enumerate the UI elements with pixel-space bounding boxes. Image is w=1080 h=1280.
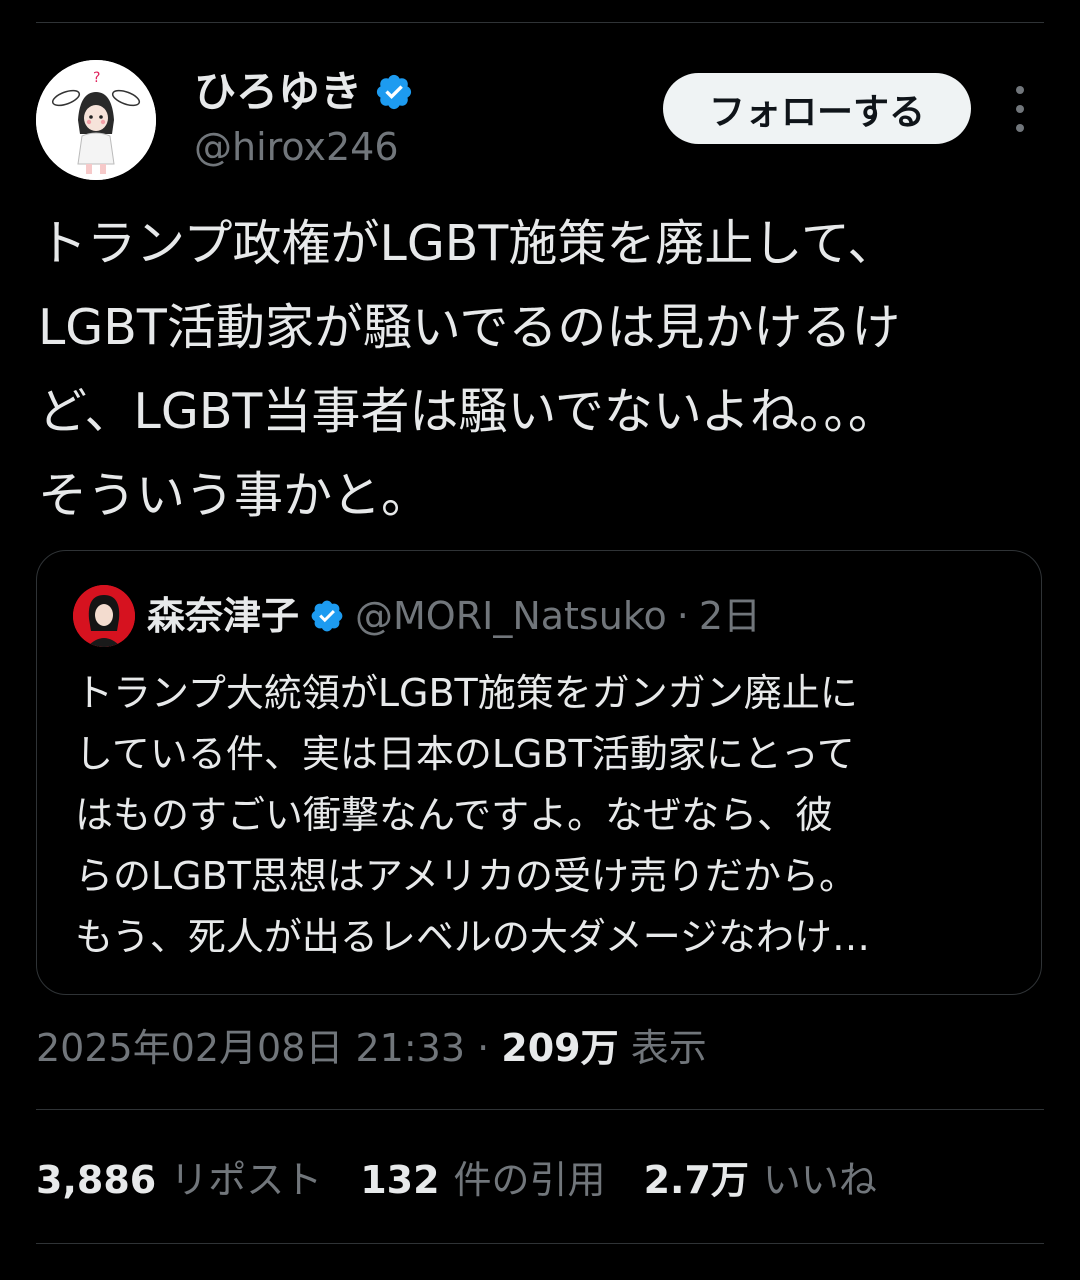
quoted-time[interactable]: 2日 xyxy=(699,587,761,645)
likes-label: いいね xyxy=(762,1158,877,1202)
quotes-count: 132 xyxy=(360,1158,440,1202)
quoted-tweet-card[interactable]: 森奈津子 @MORI_Natsuko · 2日 トランプ大統領がLGBT施策をガ… xyxy=(36,550,1042,995)
quotes-label: 件の引用 xyxy=(453,1158,606,1202)
divider xyxy=(36,1243,1044,1244)
tweet-text-line: トランプ政権がLGBT施策を廃止して、 xyxy=(38,215,897,272)
reposts-stat[interactable]: 3,886 リポスト xyxy=(36,1152,322,1208)
likes-count: 2.7万 xyxy=(643,1158,749,1202)
top-divider xyxy=(36,22,1044,23)
quoted-text-line: トランプ大統領がLGBT施策をガンガン廃止に xyxy=(75,671,858,715)
quoted-header: 森奈津子 @MORI_Natsuko · 2日 xyxy=(147,587,761,645)
likes-stat[interactable]: 2.7万 いいね xyxy=(644,1152,877,1208)
tweet-text-line: LGBT活動家が騒いでるのは見かけるけ xyxy=(38,299,901,356)
author-name-row[interactable]: ひろゆき xyxy=(194,62,414,122)
bunny-character-avatar-icon: ? xyxy=(36,60,156,180)
quoted-text-line: はものすごい衝撃なんですよ。なぜなら、彼 xyxy=(75,793,834,837)
verified-badge-icon xyxy=(311,600,343,632)
quotes-stat[interactable]: 132 件の引用 xyxy=(360,1152,605,1208)
tweet-text-line: ど、LGBT当事者は騒いでないよね。。。 xyxy=(38,383,897,440)
views-label: 表示 xyxy=(630,1026,707,1070)
separator-dot: · xyxy=(477,1026,490,1070)
author-display-name[interactable]: ひろゆき xyxy=(194,62,362,122)
tweet-meta: 2025年02月08日 21:33 · 209万 表示 xyxy=(36,1020,707,1076)
views-count: 209万 xyxy=(501,1026,619,1070)
author-avatar[interactable]: ? xyxy=(36,60,156,180)
quoted-text-line: もう、死人が出るレベルの大ダメージなわけ… xyxy=(75,915,870,959)
reposts-count: 3,886 xyxy=(36,1158,157,1202)
follow-button[interactable]: フォローする xyxy=(663,73,971,144)
tweet-text-line: そういう事かと。 xyxy=(38,467,431,524)
quoted-handle[interactable]: @MORI_Natsuko xyxy=(355,587,667,645)
quoted-text-line: らのLGBT思想はアメリカの受け売りだから。 xyxy=(75,854,858,898)
author-handle[interactable]: @hirox246 xyxy=(194,122,399,172)
separator-dot: · xyxy=(676,594,689,638)
verified-badge-icon xyxy=(376,74,412,110)
quoted-author-avatar[interactable] xyxy=(73,585,135,647)
svg-text:?: ? xyxy=(93,70,100,86)
vertical-ellipsis-icon[interactable] xyxy=(1000,86,1040,132)
reposts-label: リポスト xyxy=(170,1158,323,1202)
quoted-text-line: している件、実は日本のLGBT活動家にとって xyxy=(75,732,855,776)
tweet-text: トランプ政権がLGBT施策を廃止して、 LGBT活動家が騒いでるのは見かけるけ … xyxy=(38,202,1048,538)
quoted-display-name[interactable]: 森奈津子 xyxy=(147,587,299,645)
divider xyxy=(36,1109,1044,1110)
quoted-text: トランプ大統領がLGBT施策をガンガン廃止に している件、実は日本のLGBT活動… xyxy=(75,663,1035,968)
tweet-timestamp[interactable]: 2025年02月08日 21:33 xyxy=(36,1026,465,1070)
woman-portrait-avatar-icon xyxy=(73,585,135,647)
engagement-stats: 3,886 リポスト 132 件の引用 2.7万 いいね xyxy=(36,1152,877,1208)
